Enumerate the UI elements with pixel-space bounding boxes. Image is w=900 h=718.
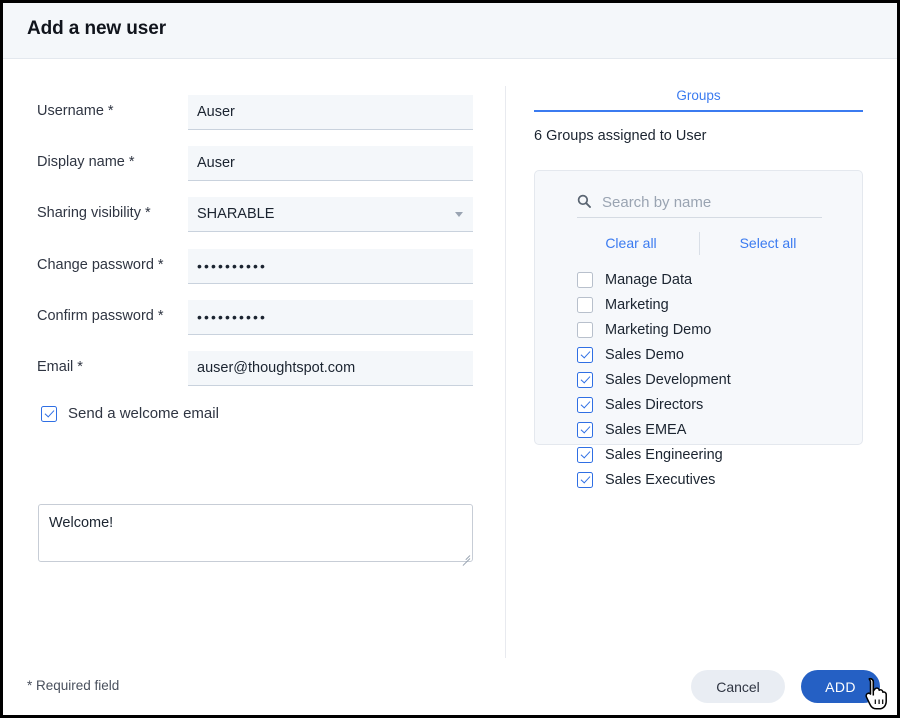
change-password-input[interactable] [188,249,473,284]
group-label: Manage Data [605,272,692,288]
group-checkbox[interactable] [577,272,593,288]
list-item[interactable]: Sales Directors [535,392,864,417]
tab-groups-label: Groups [676,88,720,103]
list-item[interactable]: Marketing [535,292,864,317]
list-item[interactable]: Sales EMEA [535,417,864,442]
search-icon [577,194,591,208]
list-item[interactable]: Sales Executives [535,467,864,492]
field-label-username: Username * [37,103,114,119]
group-label: Sales Directors [605,397,703,413]
groups-bulk-actions: Clear all Select all [563,228,836,258]
select-all-button[interactable]: Select all [700,235,836,251]
list-item[interactable]: Sales Demo [535,342,864,367]
group-label: Sales Engineering [605,447,723,463]
field-label-email: Email * [37,359,83,375]
add-user-dialog: Add a new user Username * Display name *… [0,0,900,718]
username-input[interactable] [188,95,473,130]
display-name-input[interactable] [188,146,473,181]
groups-assigned-count: 6 Groups assigned to User [534,128,706,144]
group-checkbox[interactable] [577,472,593,488]
group-checkbox[interactable] [577,372,593,388]
field-email: Email * [37,351,473,387]
group-label: Sales Demo [605,347,684,363]
group-checkbox[interactable] [577,422,593,438]
tab-groups[interactable]: Groups [534,87,863,112]
group-checkbox[interactable] [577,397,593,413]
list-item[interactable]: Marketing Demo [535,317,864,342]
group-checkbox[interactable] [577,447,593,463]
page-title: Add a new user [27,18,166,40]
sharing-visibility-select[interactable] [188,197,473,232]
group-checkbox[interactable] [577,347,593,363]
group-label: Sales Executives [605,472,715,488]
field-confirm-password: Confirm password * [37,300,473,336]
required-field-note: * Required field [27,678,119,693]
clear-all-button[interactable]: Clear all [563,235,699,251]
group-label: Sales Development [605,372,731,388]
field-username: Username * [37,95,473,131]
send-welcome-email-label: Send a welcome email [68,405,219,422]
dialog-header: Add a new user [3,3,900,59]
list-item[interactable]: Manage Data [535,267,864,292]
groups-section: Groups 6 Groups assigned to User Clear a… [506,60,900,658]
welcome-message-textarea[interactable] [38,504,473,562]
groups-panel: Clear all Select all Manage Data Marketi… [534,170,863,445]
field-label-display-name: Display name * [37,154,135,170]
email-field[interactable] [188,351,473,386]
groups-search-row[interactable] [577,187,822,218]
search-input[interactable] [602,194,812,211]
group-label: Marketing [605,297,669,313]
send-welcome-email-row[interactable]: Send a welcome email [41,405,219,422]
groups-list: Manage Data Marketing Marketing Demo Sal… [535,267,864,492]
user-form: Username * Display name * Sharing visibi… [3,60,505,658]
add-button[interactable]: ADD [801,670,880,703]
dialog-body: Username * Display name * Sharing visibi… [3,60,900,658]
field-label-sharing-visibility: Sharing visibility * [37,205,151,221]
list-item[interactable]: Sales Development [535,367,864,392]
group-checkbox[interactable] [577,297,593,313]
field-sharing-visibility: Sharing visibility * [37,197,473,233]
field-label-change-password: Change password * [37,257,164,273]
field-label-confirm-password: Confirm password * [37,308,164,324]
group-label: Marketing Demo [605,322,711,338]
group-label: Sales EMEA [605,422,686,438]
send-welcome-email-checkbox[interactable] [41,406,57,422]
cancel-button[interactable]: Cancel [691,670,785,703]
sharing-visibility-value[interactable] [188,197,473,232]
dialog-footer: * Required field Cancel ADD [3,658,900,715]
list-item[interactable]: Sales Engineering [535,442,864,467]
field-change-password: Change password * [37,249,473,285]
confirm-password-input[interactable] [188,300,473,335]
field-display-name: Display name * [37,146,473,182]
group-checkbox[interactable] [577,322,593,338]
